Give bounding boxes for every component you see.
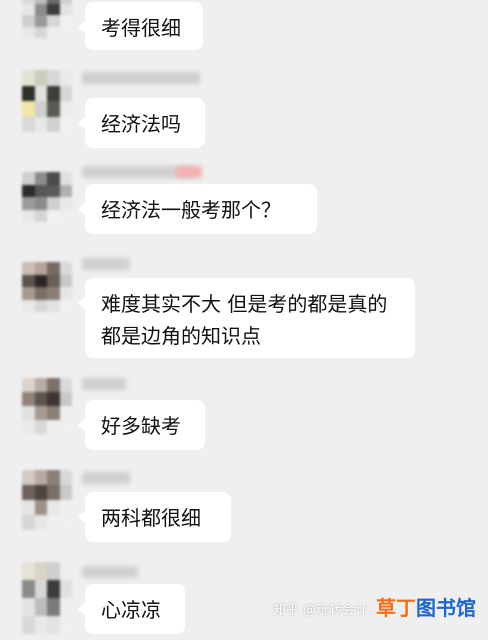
avatar[interactable] bbox=[22, 172, 72, 222]
brand-logo: 草丁图书馆 bbox=[376, 596, 476, 620]
brand-text-blue: 图书馆 bbox=[416, 596, 476, 620]
message-text: 两科都很细 bbox=[101, 506, 201, 530]
chat-thread: 考得很细 经济法吗 经济法一般考那个？ 难度其实不大 但是考的都是真的都是边角的… bbox=[0, 0, 488, 640]
sender-name bbox=[82, 72, 200, 84]
message-text: 考得很细 bbox=[101, 16, 181, 40]
sender-name bbox=[82, 566, 138, 578]
message-text: 经济法一般考那个？ bbox=[101, 198, 281, 222]
avatar[interactable] bbox=[22, 262, 72, 312]
message-bubble[interactable]: 难度其实不大 但是考的都是真的都是边角的知识点 bbox=[78, 278, 415, 358]
message-text: 心凉凉 bbox=[101, 598, 161, 622]
message-bubble[interactable]: 考得很细 bbox=[78, 2, 203, 50]
watermark: 知乎 @玩转会计 草丁图书馆 bbox=[273, 596, 476, 620]
message-bubble[interactable]: 经济法吗 bbox=[78, 98, 205, 148]
message-text: 难度其实不大 但是考的都是真的都是边角的知识点 bbox=[101, 292, 388, 348]
message-text: 好多缺考 bbox=[101, 414, 181, 438]
sender-name bbox=[82, 378, 126, 390]
sender-badge bbox=[176, 166, 202, 178]
message-bubble[interactable]: 心凉凉 bbox=[78, 584, 185, 634]
avatar[interactable] bbox=[22, 470, 72, 530]
avatar[interactable] bbox=[22, 0, 72, 38]
message-bubble[interactable]: 好多缺考 bbox=[78, 400, 205, 450]
message-bubble[interactable]: 两科都很细 bbox=[78, 492, 231, 542]
sender-name bbox=[82, 258, 130, 270]
avatar[interactable] bbox=[22, 70, 72, 132]
message-text: 经济法吗 bbox=[101, 112, 181, 136]
message-bubble[interactable]: 经济法一般考那个？ bbox=[78, 184, 317, 234]
avatar[interactable] bbox=[22, 378, 72, 434]
brand-text-orange: 草丁 bbox=[376, 596, 416, 620]
zhihu-watermark: 知乎 @玩转会计 bbox=[272, 602, 368, 618]
sender-name bbox=[82, 472, 130, 484]
avatar[interactable] bbox=[22, 562, 72, 634]
